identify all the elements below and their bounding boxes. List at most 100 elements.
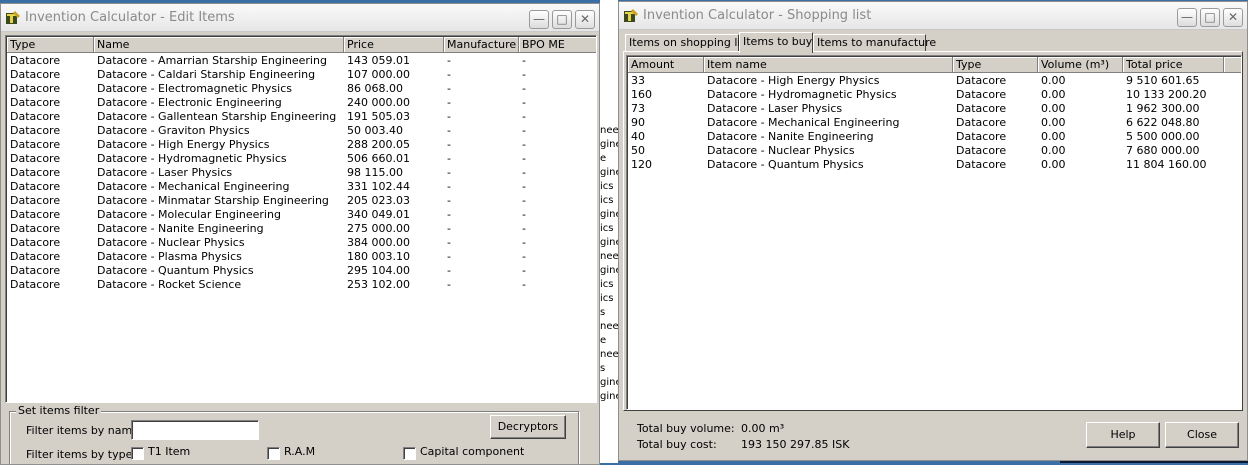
cell-price: 384 000.00 — [347, 236, 410, 249]
cell-type: Datacore — [956, 116, 1007, 129]
table-row[interactable]: Datacore Datacore - Plasma Physics 180 003… — [7, 250, 595, 264]
table-row[interactable]: Datacore Datacore - Electronic Engineerin… — [7, 96, 595, 110]
tab-items-on-shopping-list[interactable]: Items on shopping list — [625, 34, 751, 52]
column-header-manufacture[interactable]: Manufacture — [444, 37, 519, 53]
items-to-buy-list[interactable]: Amount Item name Type Volume (m³) Total … — [626, 55, 1242, 410]
column-header-type[interactable]: Type — [953, 57, 1038, 73]
table-row[interactable]: 73 Datacore - Laser Physics Datacore 0.00 1 … — [628, 102, 1240, 116]
edit-items-window: Invention Calculator - Edit Items — □ ✕ … — [0, 3, 600, 465]
background-text-fragment: nee — [600, 321, 619, 332]
cell-price: 98 115.00 — [347, 166, 403, 179]
table-row[interactable]: Datacore Datacore - Gallentean Starship E… — [7, 110, 595, 124]
cell-type: Datacore — [10, 96, 61, 109]
cell-bpo-me: - — [522, 54, 526, 67]
shopping-list-titlebar[interactable]: Invention Calculator - Shopping list — □… — [619, 2, 1247, 30]
table-row[interactable]: Datacore Datacore - Amarrian Starship Eng… — [7, 54, 595, 68]
column-header-total-price[interactable]: Total price — [1123, 57, 1224, 73]
cell-manufacture: - — [447, 82, 451, 95]
table-row[interactable]: Datacore Datacore - Minmatar Starship Eng… — [7, 194, 595, 208]
background-text-fragment: s — [600, 307, 606, 318]
column-header-volume[interactable]: Volume (m³) — [1038, 57, 1123, 73]
column-header-price[interactable]: Price — [344, 37, 444, 53]
table-row[interactable]: 33 Datacore - High Energy Physics Datacore… — [628, 74, 1240, 88]
close-window-button[interactable]: Close — [1165, 422, 1239, 448]
table-row[interactable]: 90 Datacore - Mechanical Engineering Datac… — [628, 116, 1240, 130]
help-button[interactable]: Help — [1086, 422, 1160, 448]
cell-price: 275 000.00 — [347, 222, 410, 235]
column-header-name[interactable]: Name — [94, 37, 344, 53]
cell-bpo-me: - — [522, 180, 526, 193]
cell-manufacture: - — [447, 96, 451, 109]
table-row[interactable]: Datacore Datacore - Caldari Starship Engi… — [7, 68, 595, 82]
column-header-type[interactable]: Type — [7, 37, 94, 53]
table-row[interactable]: 50 Datacore - Nuclear Physics Datacore 0.00… — [628, 144, 1240, 158]
cell-type: Datacore — [956, 144, 1007, 157]
cell-volume: 0.00 — [1041, 88, 1066, 101]
cell-manufacture: - — [447, 194, 451, 207]
table-row[interactable]: Datacore Datacore - Quantum Physics 295 10… — [7, 264, 595, 278]
table-row[interactable]: Datacore Datacore - Electromagnetic Physi… — [7, 82, 595, 96]
cell-bpo-me: - — [522, 264, 526, 277]
background-text-fragment: ics — [600, 195, 614, 206]
filter-by-name-input[interactable] — [131, 420, 259, 440]
cell-type: Datacore — [10, 138, 61, 151]
cell-manufacture: - — [447, 236, 451, 249]
ram-checkbox[interactable] — [267, 447, 280, 460]
minimize-button[interactable]: — — [1177, 8, 1197, 27]
cell-name: Datacore - Mechanical Engineering — [97, 180, 290, 193]
cell-name: Datacore - Gallentean Starship Engineeri… — [97, 110, 337, 123]
cell-total-price: 10 133 200.20 — [1126, 88, 1207, 101]
background-text-fragment: ics — [600, 181, 614, 192]
ram-label: R.A.M — [284, 445, 316, 458]
table-row[interactable]: 160 Datacore - Hydromagnetic Physics Datac… — [628, 88, 1240, 102]
table-row[interactable]: Datacore Datacore - Graviton Physics 50 00… — [7, 124, 595, 138]
maximize-icon: □ — [1204, 10, 1216, 24]
table-row[interactable]: Datacore Datacore - Nanite Engineering 275… — [7, 222, 595, 236]
cell-manufacture: - — [447, 250, 451, 263]
table-row[interactable]: Datacore Datacore - Laser Physics 98 115.0… — [7, 166, 595, 180]
cell-price: 253 102.00 — [347, 278, 410, 291]
close-button[interactable]: ✕ — [1223, 8, 1243, 27]
close-icon: ✕ — [1227, 10, 1239, 24]
items-list[interactable]: Type Name Price Manufacture BPO ME Datac… — [5, 35, 597, 403]
background-text-fragment: nee — [600, 125, 619, 136]
table-row[interactable]: 40 Datacore - Nanite Engineering Datacore 0… — [628, 130, 1240, 144]
maximize-button[interactable]: □ — [552, 10, 572, 29]
table-row[interactable]: Datacore Datacore - Nuclear Physics 384 00… — [7, 236, 595, 250]
tab-items-to-manufacture[interactable]: Items to manufacture — [813, 34, 936, 52]
table-row[interactable]: Datacore Datacore - High Energy Physics 28… — [7, 138, 595, 152]
background-text-fragment: ics — [600, 223, 614, 234]
cell-type: Datacore — [10, 222, 61, 235]
decryptors-button[interactable]: Decryptors — [490, 415, 566, 439]
background-text-fragment: ics — [600, 279, 614, 290]
capital-component-checkbox[interactable] — [403, 447, 416, 460]
cell-item-name: Datacore - Nuclear Physics — [707, 144, 855, 157]
cell-bpo-me: - — [522, 110, 526, 123]
table-row[interactable]: Datacore Datacore - Mechanical Engineerin… — [7, 180, 595, 194]
cell-volume: 0.00 — [1041, 144, 1066, 157]
cell-price: 191 505.03 — [347, 110, 410, 123]
minimize-button[interactable]: — — [529, 10, 549, 29]
table-row[interactable]: Datacore Datacore - Molecular Engineering… — [7, 208, 595, 222]
maximize-icon: □ — [556, 12, 568, 26]
cell-volume: 0.00 — [1041, 116, 1066, 129]
cell-name: Datacore - Caldari Starship Engineering — [97, 68, 316, 81]
table-row[interactable]: 120 Datacore - Quantum Physics Datacore 0.0… — [628, 158, 1240, 172]
table-row[interactable]: Datacore Datacore - Rocket Science 253 102… — [7, 278, 595, 292]
t1-item-checkbox[interactable] — [131, 447, 144, 460]
edit-items-titlebar[interactable]: Invention Calculator - Edit Items — □ ✕ — [1, 4, 599, 32]
column-header-item-name[interactable]: Item name — [704, 57, 953, 73]
column-header-amount[interactable]: Amount — [628, 57, 704, 73]
cell-total-price: 5 500 000.00 — [1126, 130, 1200, 143]
table-row[interactable]: Datacore Datacore - Hydromagnetic Physics… — [7, 152, 595, 166]
tab-items-to-buy[interactable]: Items to buy — [739, 32, 813, 53]
cell-type: Datacore — [10, 250, 61, 263]
maximize-button[interactable]: □ — [1200, 8, 1220, 27]
close-button[interactable]: ✕ — [575, 10, 595, 29]
cell-amount: 90 — [631, 116, 645, 129]
cell-price: 506 660.01 — [347, 152, 410, 165]
cell-price: 86 068.00 — [347, 82, 403, 95]
column-header-bpo-me[interactable]: BPO ME — [519, 37, 596, 53]
cell-type: Datacore — [10, 278, 61, 291]
cell-name: Datacore - Nanite Engineering — [97, 222, 264, 235]
